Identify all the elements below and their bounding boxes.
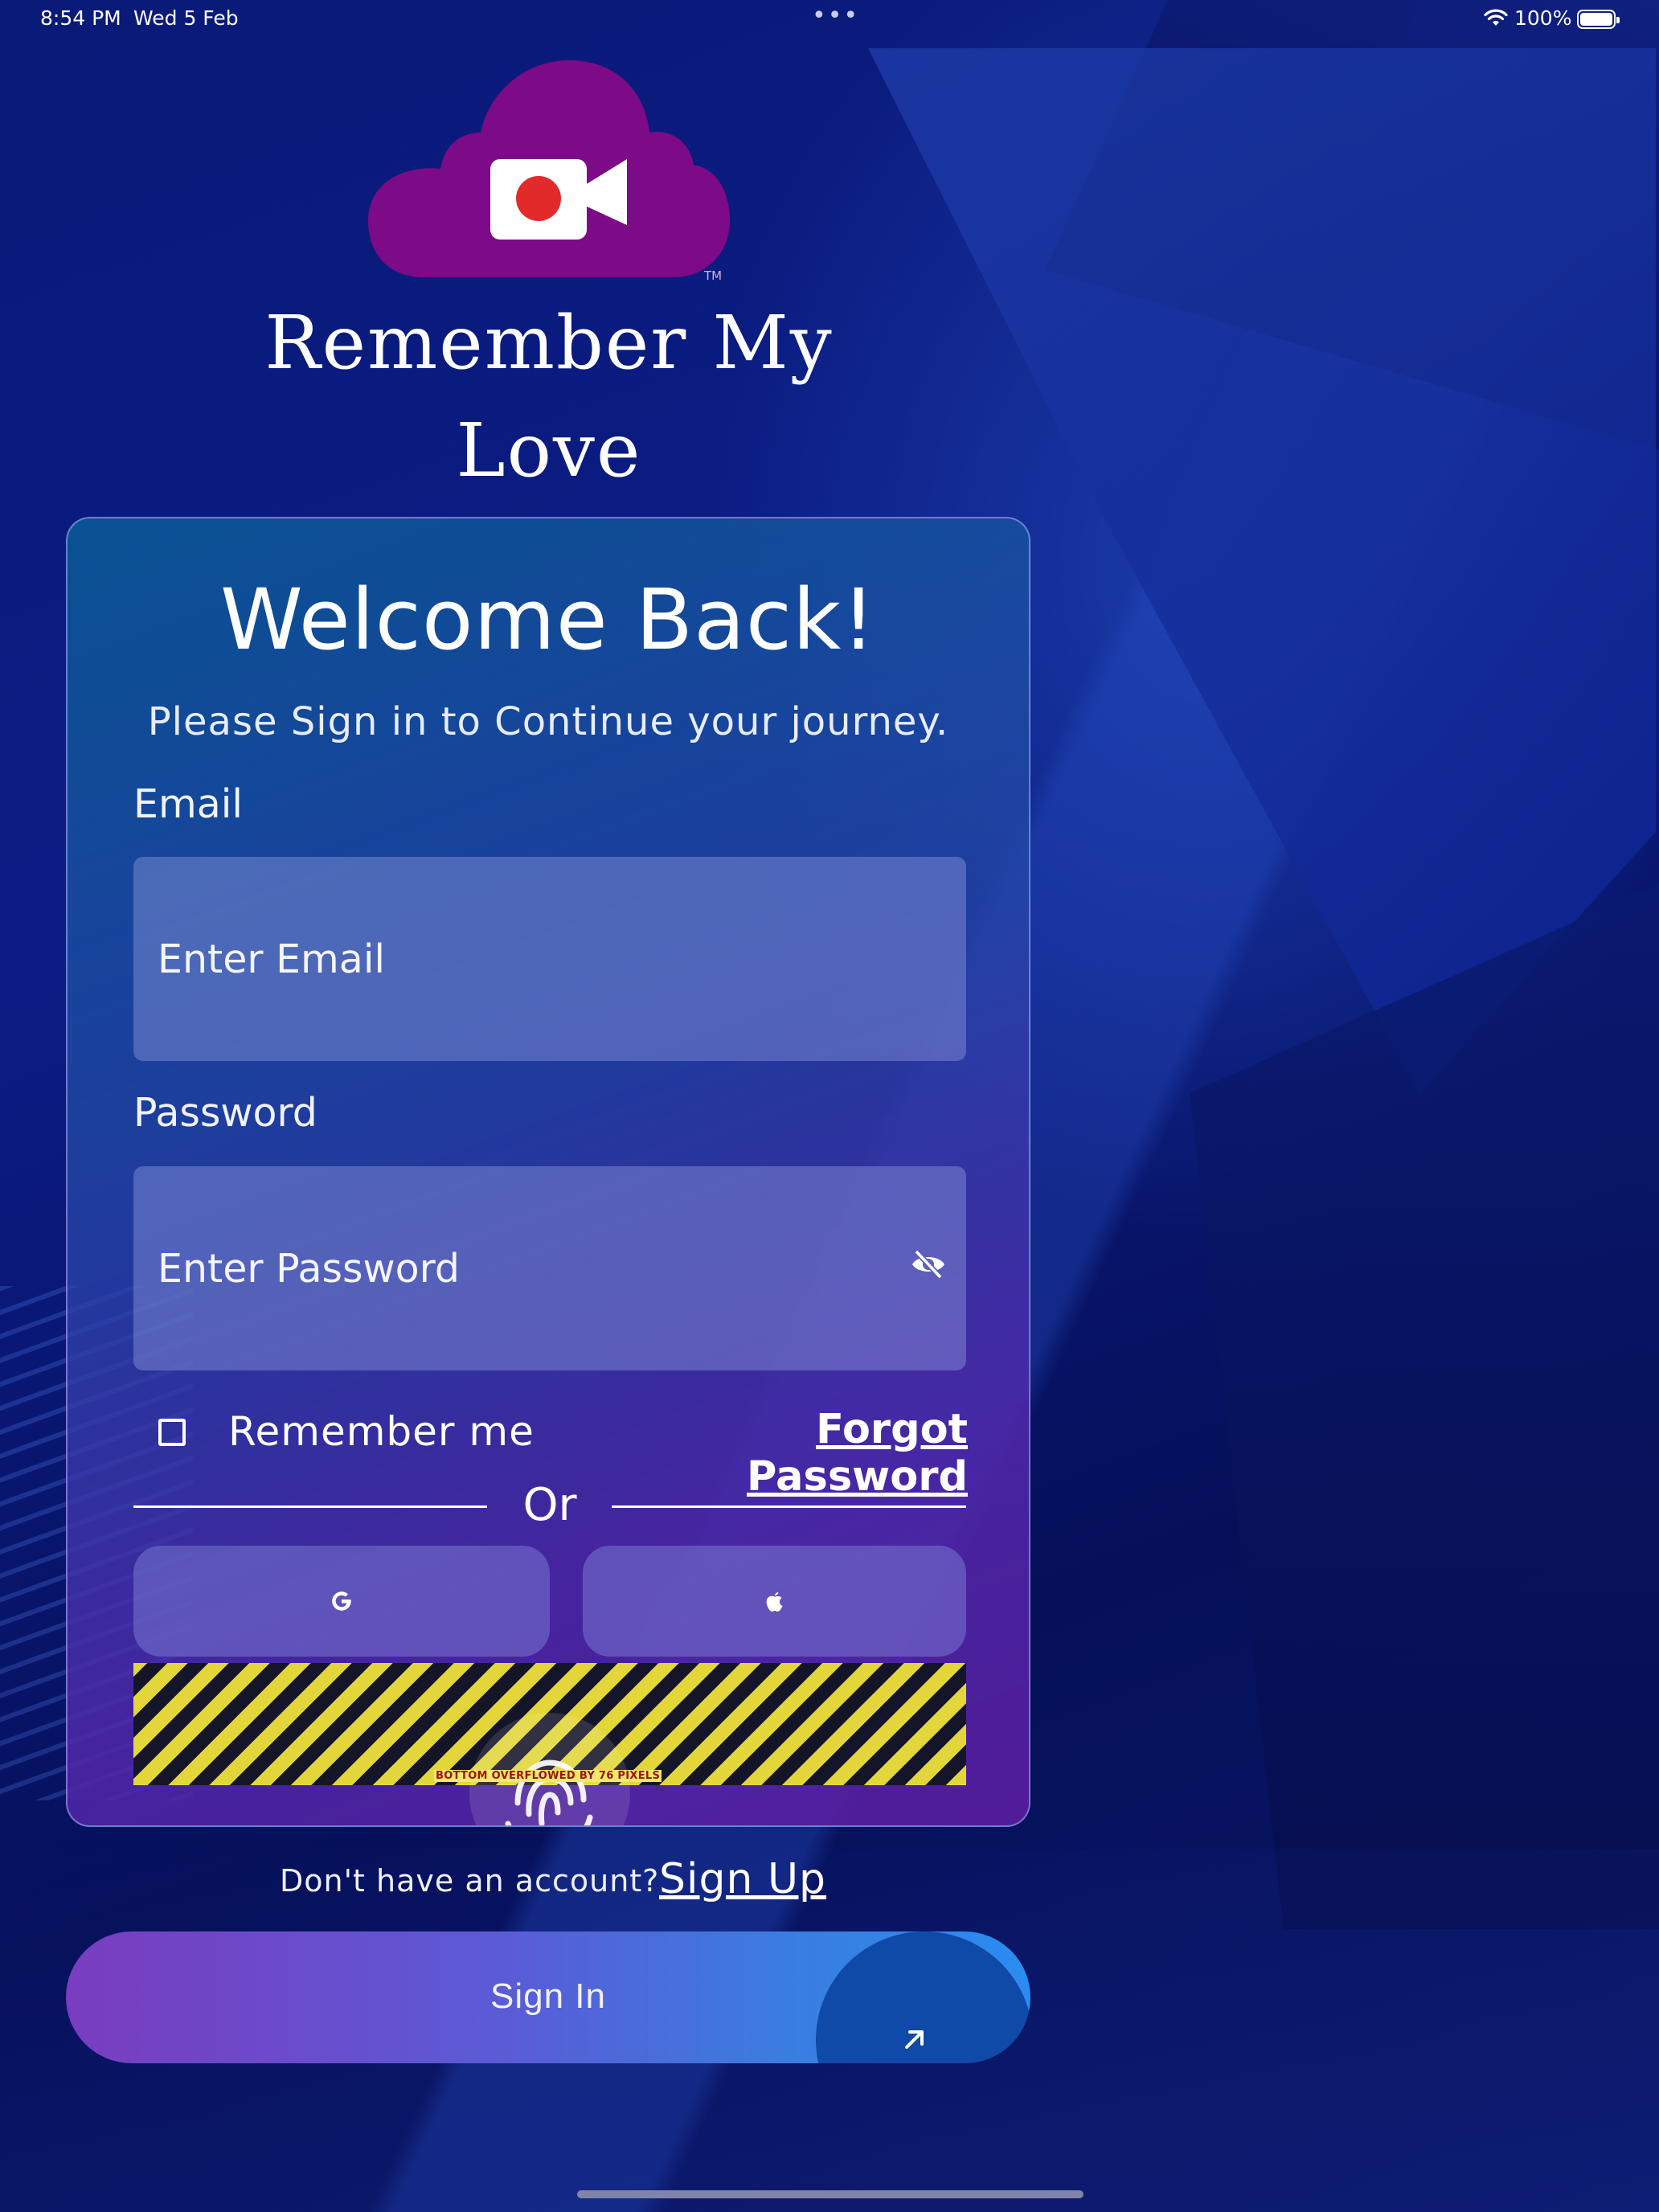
cloud-camera-logo: TM	[368, 60, 730, 283]
password-label: Password	[133, 1090, 317, 1136]
welcome-heading: Welcome Back!	[220, 571, 876, 669]
divider-right	[612, 1505, 966, 1508]
sign-in-card: Welcome Back! Please Sign in to Continue…	[66, 517, 1030, 1827]
overflow-warning-label: BOTTOM OVERFLOWED BY 76 PIXELS	[434, 1770, 662, 1782]
app-title: Remember My Love	[264, 300, 834, 494]
google-icon	[332, 1591, 351, 1611]
forgot-password-link[interactable]: Forgot Password	[606, 1406, 968, 1501]
password-field[interactable]	[133, 1166, 966, 1370]
status-bar: 8:54 PM Wed 5 Feb ••• 100%	[0, 2, 1659, 35]
welcome-subtitle: Please Sign in to Continue your journey.	[147, 699, 949, 744]
apple-sign-in-button[interactable]	[583, 1546, 966, 1657]
apple-icon	[766, 1592, 783, 1612]
sign-in-button[interactable]: Sign In	[66, 1931, 1030, 2063]
signup-prompt-text: Don't have an account?	[280, 1863, 660, 1899]
remember-me-checkbox[interactable]	[158, 1419, 186, 1446]
status-time: 8:54 PM	[40, 6, 121, 30]
email-label: Email	[133, 781, 243, 827]
status-date: Wed 5 Feb	[133, 6, 239, 30]
or-divider-text: Or	[522, 1479, 577, 1531]
battery-percent: 100%	[1514, 6, 1572, 30]
eye-slash-icon[interactable]	[910, 1248, 947, 1280]
battery-icon	[1577, 10, 1620, 29]
divider-left	[133, 1505, 487, 1508]
home-indicator[interactable]	[577, 2190, 1083, 2198]
arrow-up-right-icon	[905, 2030, 924, 2049]
google-sign-in-button[interactable]	[133, 1546, 550, 1657]
trademark-mark: TM	[703, 268, 722, 283]
email-field[interactable]	[133, 857, 966, 1061]
multitasking-dots[interactable]: •••	[812, 2, 859, 30]
sign-up-link[interactable]: Sign Up	[659, 1855, 826, 1903]
wifi-icon	[1484, 9, 1508, 26]
remember-me-label[interactable]: Remember me	[228, 1408, 535, 1455]
